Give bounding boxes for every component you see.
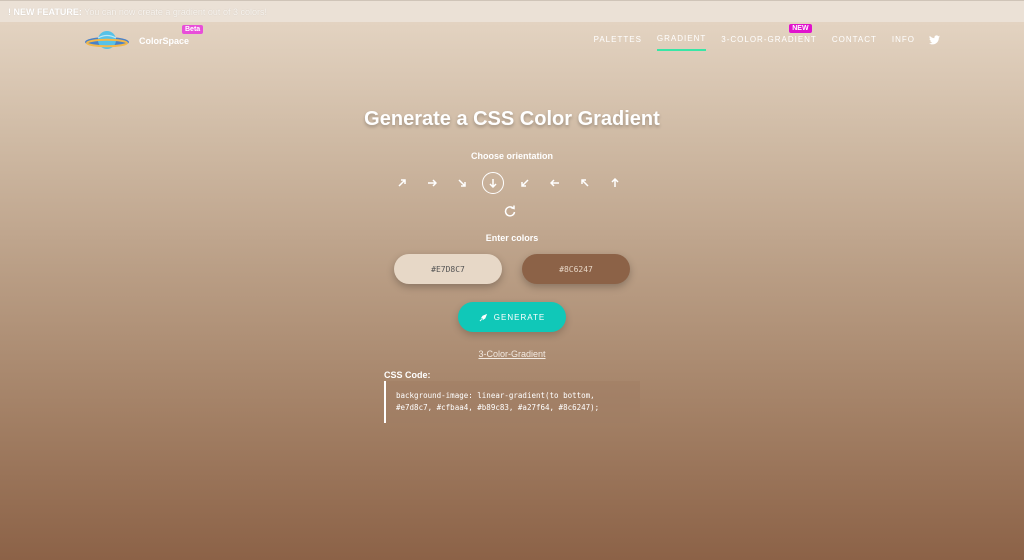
arrow-up-icon — [611, 178, 619, 187]
orientation-up-button[interactable] — [604, 172, 626, 194]
orientation-right-button[interactable] — [421, 172, 443, 194]
orientation-left-button[interactable] — [544, 172, 566, 194]
three-color-gradient-link[interactable]: 3-Color-Gradient — [0, 349, 1024, 359]
arrow-left-icon — [550, 179, 559, 187]
arrow-down-right-icon — [458, 179, 466, 187]
announcement-prefix: ! NEW FEATURE: — [8, 7, 82, 17]
css-code-block[interactable]: background-image: linear-gradient(to bot… — [384, 381, 640, 423]
nav-link-3-color-gradient[interactable]: 3-COLOR-GRADIENT NEW — [721, 24, 817, 50]
orientation-up-right-button[interactable] — [391, 172, 413, 194]
css-code-label: CSS Code: — [384, 370, 431, 380]
orientation-down-left-button[interactable] — [514, 172, 536, 194]
arrow-down-icon — [489, 179, 497, 188]
arrow-right-icon — [428, 179, 437, 187]
twitter-icon[interactable] — [929, 34, 940, 45]
nav-link-gradient[interactable]: GRADIENT — [656, 34, 707, 51]
orientation-up-left-button[interactable] — [574, 172, 596, 194]
beta-badge: Beta — [182, 25, 204, 34]
css-code-line-1: background-image: linear-gradient(to bot… — [396, 391, 595, 400]
arrow-down-left-icon — [521, 179, 529, 187]
nav-links: PALETTES GRADIENT 3-COLOR-GRADIENT NEW C… — [579, 24, 940, 51]
arrow-up-left-icon — [581, 179, 589, 187]
new-badge: NEW — [789, 24, 812, 33]
announcement-bar: ! NEW FEATURE: You can now create a grad… — [0, 0, 1024, 22]
top-nav: ColorSpace Beta PALETTES GRADIENT 3-COLO… — [0, 22, 1024, 60]
nav-link-info[interactable]: INFO — [892, 35, 915, 50]
arrow-up-right-icon — [398, 179, 406, 187]
page-title: Generate a CSS Color Gradient — [364, 108, 660, 130]
brand-name[interactable]: ColorSpace — [139, 36, 189, 46]
rotate-icon[interactable] — [503, 204, 517, 218]
nav-link-palettes[interactable]: PALETTES — [594, 35, 642, 50]
colors-label: Enter colors — [485, 233, 539, 243]
orientation-label: Choose orientation — [470, 151, 553, 161]
css-code-line-2: #e7d8c7, #cfbaa4, #b89c83, #a27f64, #8c6… — [396, 403, 600, 412]
color-1-input[interactable] — [394, 254, 502, 284]
nav-link-contact[interactable]: CONTACT — [832, 35, 877, 50]
planet-logo-icon[interactable] — [84, 29, 130, 53]
rocket-icon — [479, 313, 487, 321]
generate-button[interactable]: GENERATE — [458, 302, 566, 332]
orientation-down-right-button[interactable] — [451, 172, 473, 194]
color-2-input[interactable] — [522, 254, 630, 284]
generate-button-label: GENERATE — [493, 312, 546, 322]
nav-link-3-color-gradient-label: 3-COLOR-GRADIENT — [721, 35, 817, 44]
announcement-message: You can now create a gradient out of 3 c… — [84, 7, 267, 17]
orientation-selector — [391, 172, 631, 194]
orientation-down-button[interactable] — [482, 172, 504, 194]
